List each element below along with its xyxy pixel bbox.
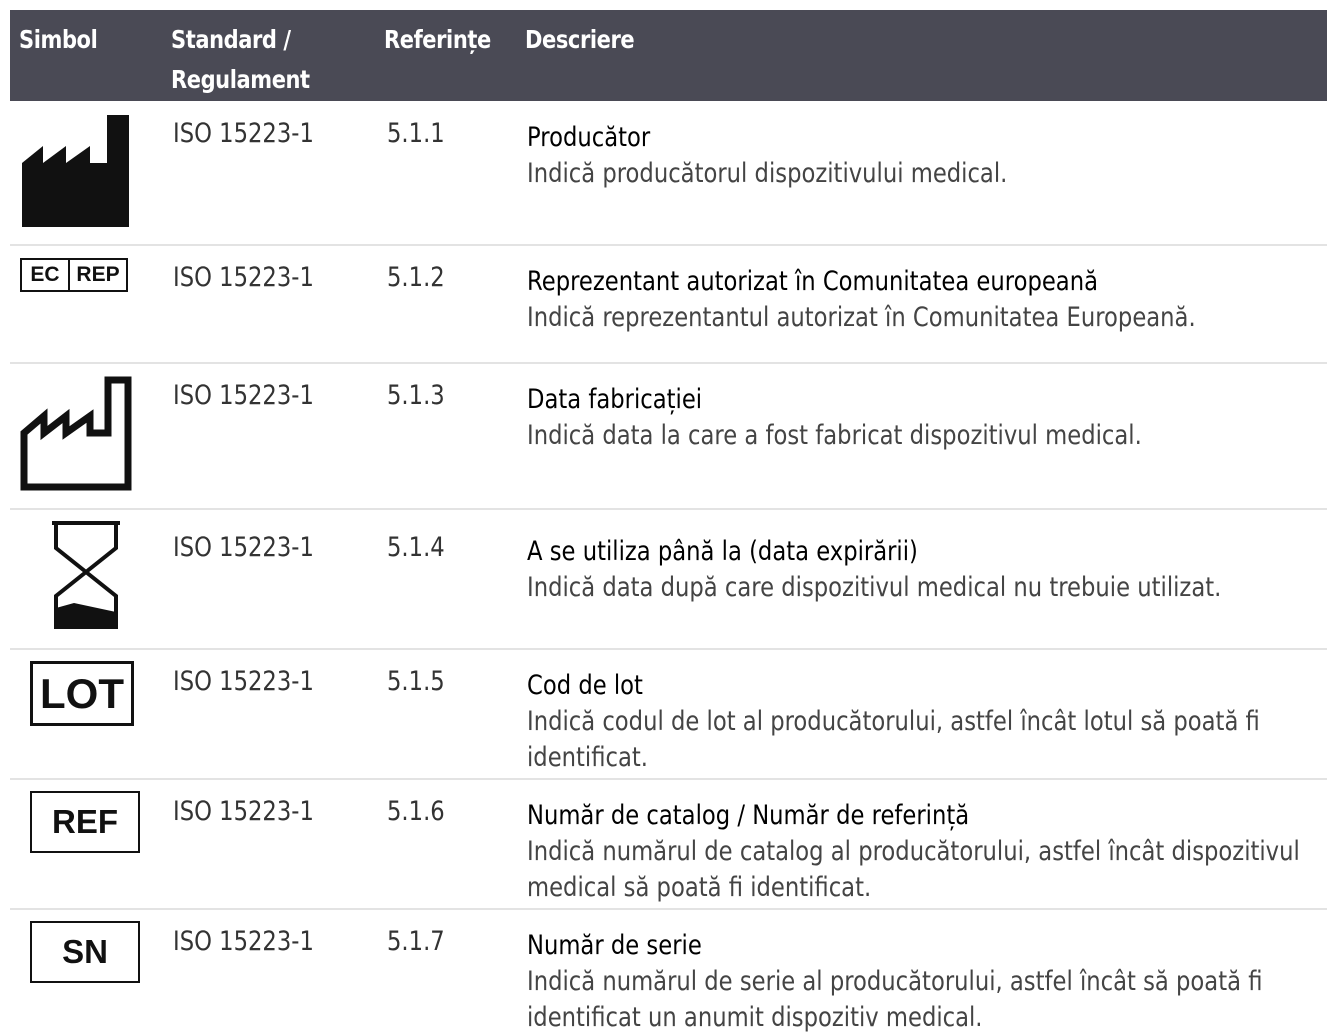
description-text: Indică numărul de catalog al producătoru… [527,836,1300,903]
description-cell: Număr de catalog / Număr de referință In… [527,798,1308,906]
ref-icon: REF [30,791,140,853]
reference-cell: 5.1.5 [387,666,445,697]
table-row: ISO 15223-1 5.1.1 Producător Indică prod… [10,101,1327,246]
standard-cell: ISO 15223-1 [173,666,314,697]
header-description: Descriere [525,25,635,54]
table-row: LOT ISO 15223-1 5.1.5 Cod de lot Indică … [10,650,1327,780]
standard-cell: ISO 15223-1 [173,926,314,957]
description-text: Indică codul de lot al producătorului, a… [527,706,1260,773]
reference-cell: 5.1.3 [387,380,445,411]
description-cell: A se utiliza până la (data expirării) In… [527,534,1308,606]
lot-icon: LOT [30,661,134,726]
standard-cell: ISO 15223-1 [173,796,314,827]
standard-cell: ISO 15223-1 [173,118,314,149]
date-of-manufacture-icon [20,376,132,496]
table-header: Simbol Standard / Regulament Referințe D… [10,10,1327,101]
description-cell: Producător Indică producătorul dispoziti… [527,120,1308,192]
description-text: Indică producătorul dispozitivului medic… [527,158,1008,189]
reference-cell: 5.1.6 [387,796,445,827]
reference-cell: 5.1.7 [387,926,445,957]
description-title: A se utiliza până la (data expirării) [527,536,918,567]
reference-cell: 5.1.1 [387,118,445,149]
description-text: Indică data după care dispozitivul medic… [527,572,1222,603]
description-title: Număr de serie [527,930,702,961]
description-title: Număr de catalog / Număr de referință [527,800,970,831]
hourglass-icon [50,520,122,635]
table-row: REF ISO 15223-1 5.1.6 Număr de catalog /… [10,780,1327,910]
description-title: Producător [527,122,651,153]
table-row: SN ISO 15223-1 5.1.7 Număr de serie Indi… [10,910,1327,1036]
description-text: Indică numărul de serie al producătorulu… [527,966,1263,1033]
standard-cell: ISO 15223-1 [173,380,314,411]
reference-cell: 5.1.4 [387,532,445,563]
ec-rep-icon: EC REP [20,258,128,292]
standard-cell: ISO 15223-1 [173,262,314,293]
reference-cell: 5.1.2 [387,262,445,293]
description-title: Cod de lot [527,670,643,701]
table-row: ISO 15223-1 5.1.4 A se utiliza până la (… [10,510,1327,650]
description-cell: Data fabricației Indică data la care a f… [527,382,1308,454]
header-standard: Standard / Regulament [171,25,310,94]
description-cell: Număr de serie Indică numărul de serie a… [527,928,1308,1036]
rep-label: REP [76,263,120,286]
description-text: Indică reprezentantul autorizat în Comun… [527,302,1196,333]
header-symbol: Simbol [19,25,98,54]
description-title: Reprezentant autorizat în Comunitatea eu… [527,266,1098,297]
table-row: EC REP ISO 15223-1 5.1.2 Reprezentant au… [10,246,1327,364]
description-cell: Reprezentant autorizat în Comunitatea eu… [527,264,1308,336]
standard-cell: ISO 15223-1 [173,532,314,563]
description-cell: Cod de lot Indică codul de lot al produc… [527,668,1308,776]
sn-icon: SN [30,921,140,983]
ec-label: EC [22,260,70,290]
description-title: Data fabricației [527,384,703,415]
header-reference: Referințe [384,25,491,54]
manufacturer-icon [20,113,132,233]
description-text: Indică data la care a fost fabricat disp… [527,420,1142,451]
table-row: ISO 15223-1 5.1.3 Data fabricației Indic… [10,364,1327,510]
